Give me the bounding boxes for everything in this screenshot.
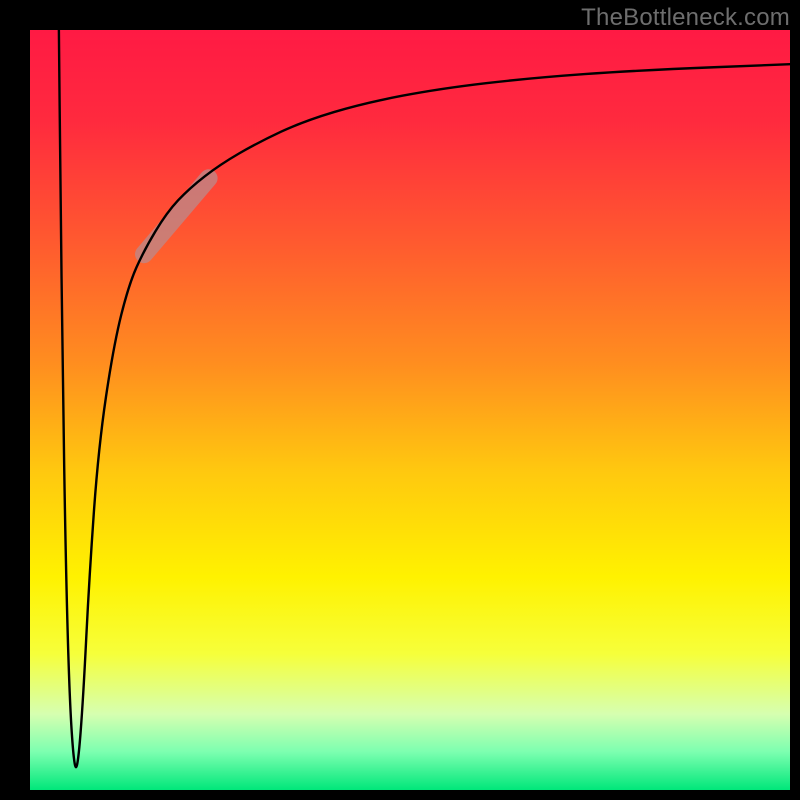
chart-container: TheBottleneck.com bbox=[0, 0, 800, 800]
plot-background bbox=[30, 30, 790, 790]
watermark-text: TheBottleneck.com bbox=[581, 4, 790, 32]
bottleneck-chart bbox=[0, 0, 800, 800]
